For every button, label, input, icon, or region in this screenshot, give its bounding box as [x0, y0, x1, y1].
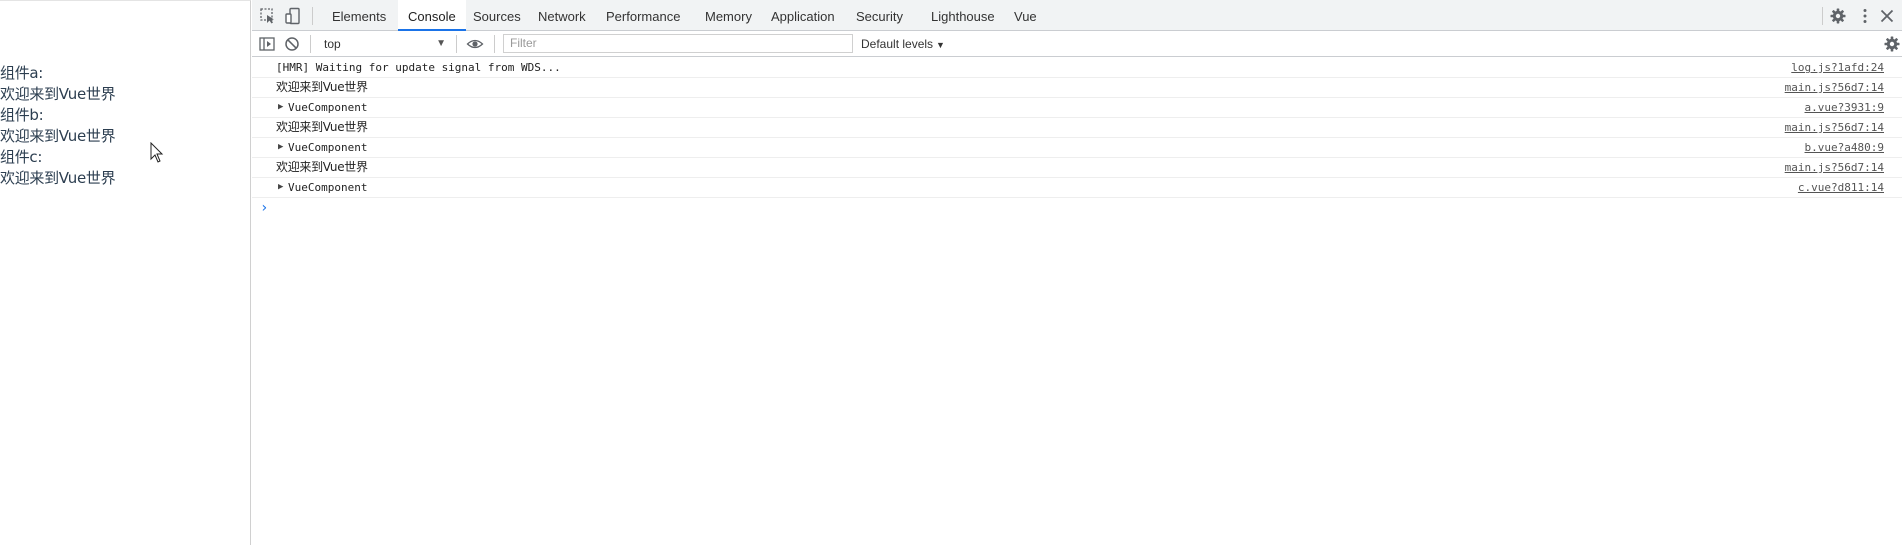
source-link[interactable]: main.js?56d7:14	[1785, 78, 1884, 97]
console-row: 欢迎来到Vue世界 main.js?56d7:14	[252, 78, 1902, 98]
toolbar-separator	[310, 35, 311, 53]
expand-triangle-icon[interactable]: ▶	[278, 98, 283, 117]
log-message: 欢迎来到Vue世界	[276, 160, 368, 174]
log-levels-dropdown[interactable]: Default levels ▼	[861, 34, 945, 54]
log-message: 欢迎来到Vue世界	[276, 80, 368, 94]
devtools-tabbar: Elements Console Sources Network Perform…	[252, 0, 1902, 31]
toolbar-separator	[456, 35, 457, 53]
log-object[interactable]: VueComponent	[288, 178, 367, 197]
console-row: 欢迎来到Vue世界 main.js?56d7:14	[252, 158, 1902, 178]
mouse-cursor-icon	[150, 142, 164, 163]
more-vertical-icon[interactable]	[1856, 7, 1874, 25]
component-c-text: 欢迎来到Vue世界	[0, 169, 116, 187]
tab-performance[interactable]: Performance	[596, 0, 690, 30]
tab-network[interactable]: Network	[528, 0, 596, 30]
console-toolbar: top ▼ Filter Default levels ▼	[252, 31, 1902, 57]
context-value: top	[324, 37, 341, 51]
component-a-text: 欢迎来到Vue世界	[0, 85, 116, 103]
source-link[interactable]: main.js?56d7:14	[1785, 118, 1884, 137]
close-icon[interactable]	[1878, 7, 1896, 25]
tab-console[interactable]: Console	[398, 0, 466, 31]
console-settings-icon[interactable]	[1883, 35, 1901, 53]
component-c-label: 组件c:	[0, 148, 43, 166]
sidebar-toggle-icon[interactable]	[258, 35, 276, 53]
devtools-panel: Elements Console Sources Network Perform…	[252, 0, 1902, 545]
device-toolbar-icon[interactable]	[284, 7, 302, 25]
log-object[interactable]: VueComponent	[288, 98, 367, 117]
expand-triangle-icon[interactable]: ▶	[278, 178, 283, 197]
tab-memory[interactable]: Memory	[695, 0, 762, 30]
component-b-label: 组件b:	[0, 106, 44, 124]
log-object[interactable]: VueComponent	[288, 138, 367, 157]
console-row: 欢迎来到Vue世界 main.js?56d7:14	[252, 118, 1902, 138]
toolbar-separator	[312, 7, 313, 25]
page-content: 组件a: 欢迎来到Vue世界 组件b: 欢迎来到Vue世界 组件c: 欢迎来到V…	[0, 63, 116, 189]
tab-sources[interactable]: Sources	[463, 0, 531, 30]
console-row[interactable]: ▶ VueComponent c.vue?d811:14	[252, 178, 1902, 198]
component-b-text: 欢迎来到Vue世界	[0, 127, 116, 145]
log-message: 欢迎来到Vue世界	[276, 120, 368, 134]
source-link[interactable]: c.vue?d811:14	[1798, 178, 1884, 197]
inspect-element-icon[interactable]	[259, 7, 277, 25]
tab-vue[interactable]: Vue	[1004, 0, 1047, 30]
console-prompt[interactable]: ›	[260, 200, 268, 216]
console-row[interactable]: ▶ VueComponent a.vue?3931:9	[252, 98, 1902, 118]
clear-console-icon[interactable]	[283, 35, 301, 53]
filter-input[interactable]: Filter	[503, 34, 853, 53]
context-selector[interactable]: top ▼	[320, 34, 450, 54]
console-log: [HMR] Waiting for update signal from WDS…	[252, 58, 1902, 198]
tab-security[interactable]: Security	[846, 0, 913, 30]
source-link[interactable]: log.js?1afd:24	[1791, 58, 1884, 77]
toolbar-separator	[1822, 7, 1823, 25]
log-message: [HMR] Waiting for update signal from WDS…	[276, 61, 561, 74]
settings-gear-icon[interactable]	[1829, 7, 1847, 25]
source-link[interactable]: main.js?56d7:14	[1785, 158, 1884, 177]
eye-icon[interactable]	[466, 35, 484, 53]
console-row[interactable]: ▶ VueComponent b.vue?a480:9	[252, 138, 1902, 158]
tab-application[interactable]: Application	[761, 0, 845, 30]
component-a-label: 组件a:	[0, 64, 44, 82]
console-row: [HMR] Waiting for update signal from WDS…	[252, 58, 1902, 78]
tab-lighthouse[interactable]: Lighthouse	[921, 0, 1005, 30]
app-page: 组件a: 欢迎来到Vue世界 组件b: 欢迎来到Vue世界 组件c: 欢迎来到V…	[0, 0, 251, 545]
source-link[interactable]: b.vue?a480:9	[1805, 138, 1884, 157]
dropdown-arrow-icon: ▼	[436, 38, 446, 49]
tab-elements[interactable]: Elements	[322, 0, 396, 30]
dropdown-arrow-icon: ▼	[936, 40, 945, 50]
source-link[interactable]: a.vue?3931:9	[1805, 98, 1884, 117]
log-levels-label: Default levels	[861, 37, 934, 51]
expand-triangle-icon[interactable]: ▶	[278, 138, 283, 157]
toolbar-separator	[494, 35, 495, 53]
